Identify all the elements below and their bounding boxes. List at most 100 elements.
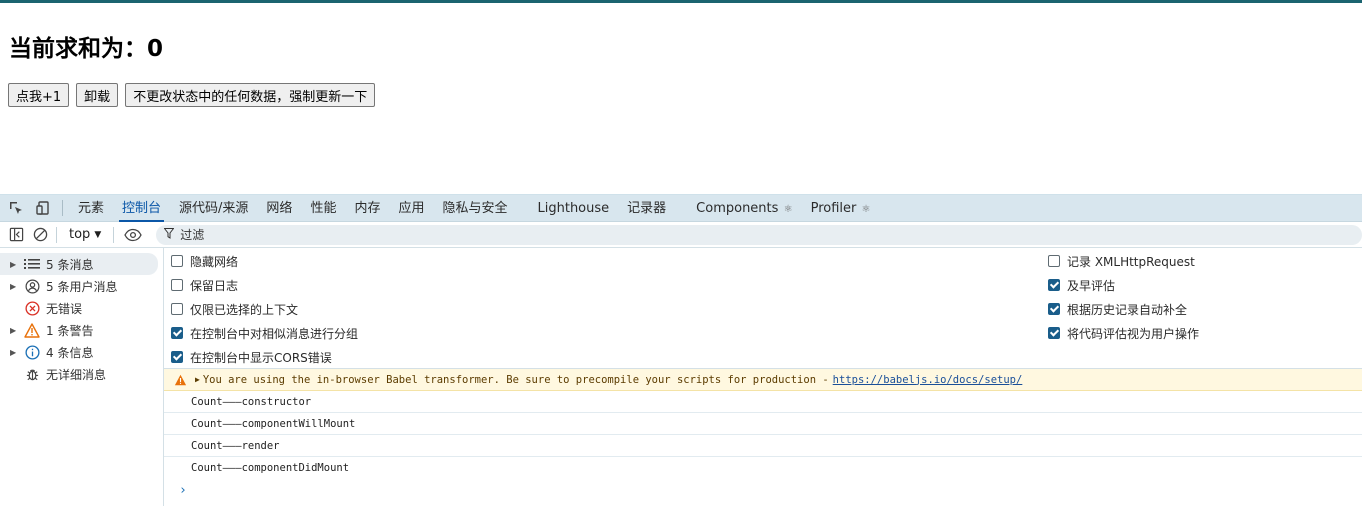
expand-triangle-icon[interactable]: ▶ xyxy=(195,375,200,384)
tab-memory[interactable]: 内存 xyxy=(345,195,389,222)
tab-elements[interactable]: 元素 xyxy=(69,195,113,222)
checkbox-label: 记录 XMLHttpRequest xyxy=(1067,254,1195,269)
autocomplete-history-checkbox[interactable]: 根据历史记录自动补全 xyxy=(1048,301,1187,317)
sidebar-item-verbose[interactable]: 无详细消息 xyxy=(0,363,163,385)
error-icon xyxy=(22,300,42,316)
log-line: Count———constructor xyxy=(164,391,1362,413)
log-xhr-checkbox[interactable]: 记录 XMLHttpRequest xyxy=(1048,253,1195,269)
tab-privacy-security[interactable]: 隐私与安全 xyxy=(433,195,516,222)
tab-sources[interactable]: 源代码/来源 xyxy=(170,195,257,222)
context-value: top xyxy=(69,227,91,242)
tab-profiler[interactable]: Profiler ⚛ xyxy=(802,195,880,222)
checkbox-box xyxy=(171,255,183,267)
expand-arrow-icon: ▶ xyxy=(10,325,17,335)
console-main: 隐藏网络 保留日志 仅限已选择的上下文 在控制台中对相似消息进行分组 在控制台中… xyxy=(164,248,1362,506)
dropdown-arrow-icon: ▼ xyxy=(94,229,102,240)
console-sidebar: ▶ 5 条消息 ▶ 5 条用户消息 无错误 ▶ 1 条警告 ▶ 4 条信息 无详… xyxy=(0,248,164,506)
sidebar-item-user-messages[interactable]: ▶ 5 条用户消息 xyxy=(0,275,163,297)
app-page: 当前求和为：0 点我+1 卸载 不更改状态中的任何数据，强制更新一下 xyxy=(0,3,1362,194)
console-log: ▶ You are using the in-browser Babel tra… xyxy=(164,369,1362,501)
expand-arrow-icon: ▶ xyxy=(10,347,17,357)
checkbox-label: 隐藏网络 xyxy=(190,254,239,269)
checkbox-box xyxy=(1048,255,1060,267)
sidebar-item-messages[interactable]: ▶ 5 条消息 xyxy=(0,253,158,275)
tab-lighthouse[interactable]: Lighthouse xyxy=(529,195,619,222)
tab-console[interactable]: 控制台 xyxy=(113,195,170,222)
console-settings: 隐藏网络 保留日志 仅限已选择的上下文 在控制台中对相似消息进行分组 在控制台中… xyxy=(164,248,1362,369)
filter-icon xyxy=(163,227,175,242)
warning-link[interactable]: https://babeljs.io/docs/setup/ xyxy=(833,374,1023,386)
sidebar-item-label: 5 条消息 xyxy=(46,257,94,272)
eager-evaluation-checkbox[interactable]: 及早评估 xyxy=(1048,277,1115,293)
sidebar-item-label: 4 条信息 xyxy=(46,345,94,360)
log-line: Count———componentDidMount xyxy=(191,462,350,474)
info-icon xyxy=(22,344,42,360)
checkbox-box xyxy=(171,327,183,339)
sidebar-toggle-icon[interactable] xyxy=(4,222,28,248)
tab-network[interactable]: 网络 xyxy=(257,195,301,222)
checkbox-label: 在控制台中显示CORS错误 xyxy=(190,350,332,365)
checkbox-label: 在控制台中对相似消息进行分组 xyxy=(190,326,359,341)
live-expression-eye-icon[interactable] xyxy=(118,222,148,248)
context-selector[interactable]: top ▼ xyxy=(61,227,109,242)
log-line: Count———render xyxy=(164,435,1362,457)
toolbar-separator xyxy=(56,226,57,243)
tab-profiler-label: Profiler xyxy=(810,200,857,216)
sum-heading: 当前求和为：0 xyxy=(9,36,164,62)
bug-icon xyxy=(22,367,42,382)
console-prompt[interactable]: › xyxy=(164,479,1362,501)
log-line: Count———componentWillMount xyxy=(164,413,1362,435)
tab-recorder[interactable]: 记录器 xyxy=(618,195,675,222)
warning-message: ▶ You are using the in-browser Babel tra… xyxy=(164,369,1362,391)
checkbox-box xyxy=(1048,327,1060,339)
checkbox-label: 仅限已选择的上下文 xyxy=(190,302,299,317)
show-cors-errors-checkbox[interactable]: 在控制台中显示CORS错误 xyxy=(171,349,332,365)
tab-application[interactable]: 应用 xyxy=(389,195,433,222)
filter-input[interactable]: 过滤 xyxy=(156,224,1362,245)
warning-text: You are using the in-browser Babel trans… xyxy=(202,373,829,386)
checkbox-label: 根据历史记录自动补全 xyxy=(1067,302,1188,317)
checkbox-label: 将代码评估视为用户操作 xyxy=(1067,326,1200,341)
tab-components[interactable]: Components ⚛ xyxy=(687,195,801,222)
selected-context-only-checkbox[interactable]: 仅限已选择的上下文 xyxy=(171,301,298,317)
react-profiler-icon: ⚛ xyxy=(858,203,871,215)
checkbox-box xyxy=(1048,279,1060,291)
sidebar-item-label: 无错误 xyxy=(46,301,83,316)
treat-eval-as-user-action-checkbox[interactable]: 将代码评估视为用户操作 xyxy=(1048,325,1199,341)
sidebar-item-label: 无详细消息 xyxy=(46,367,107,382)
clear-console-icon[interactable] xyxy=(28,222,52,248)
expand-arrow-icon: ▶ xyxy=(10,281,17,291)
sidebar-item-warnings[interactable]: ▶ 1 条警告 xyxy=(0,319,163,341)
toolbar-separator xyxy=(113,226,115,243)
button-group: 点我+1 卸载 不更改状态中的任何数据，强制更新一下 xyxy=(8,83,382,107)
checkbox-box xyxy=(171,279,183,291)
checkbox-label: 保留日志 xyxy=(190,278,239,293)
sidebar-item-errors[interactable]: 无错误 xyxy=(0,297,163,319)
warning-icon xyxy=(174,374,187,386)
increment-button[interactable]: 点我+1 xyxy=(8,83,70,107)
preserve-log-checkbox[interactable]: 保留日志 xyxy=(171,277,238,293)
console-body: ▶ 5 条消息 ▶ 5 条用户消息 无错误 ▶ 1 条警告 ▶ 4 条信息 无详… xyxy=(0,248,1362,506)
console-toolbar: top ▼ 过滤 xyxy=(0,222,1362,248)
sidebar-item-info[interactable]: ▶ 4 条信息 xyxy=(0,341,163,363)
user-icon xyxy=(22,279,42,294)
expand-arrow-icon: ▶ xyxy=(10,259,17,269)
checkbox-box xyxy=(1048,303,1060,315)
prompt-chevron-icon: › xyxy=(179,482,187,498)
tab-separator xyxy=(62,200,63,216)
checkbox-box xyxy=(171,303,183,315)
inspect-element-icon[interactable] xyxy=(4,195,28,222)
unmount-button[interactable]: 卸载 xyxy=(76,83,119,107)
hide-network-checkbox[interactable]: 隐藏网络 xyxy=(171,253,238,269)
sidebar-item-label: 1 条警告 xyxy=(46,323,94,338)
devtools-tabbar: 元素 控制台 源代码/来源 网络 性能 内存 应用 隐私与安全 Lighthou… xyxy=(0,195,1362,222)
group-similar-checkbox[interactable]: 在控制台中对相似消息进行分组 xyxy=(171,325,358,341)
checkbox-label: 及早评估 xyxy=(1067,278,1116,293)
device-toolbar-icon[interactable] xyxy=(32,195,56,222)
tab-performance[interactable]: 性能 xyxy=(301,195,345,222)
force-update-button[interactable]: 不更改状态中的任何数据，强制更新一下 xyxy=(125,83,376,107)
devtools-panel: 元素 控制台 源代码/来源 网络 性能 内存 应用 隐私与安全 Lighthou… xyxy=(0,194,1362,506)
tab-components-label: Components xyxy=(696,200,779,216)
sidebar-item-label: 5 条用户消息 xyxy=(46,279,118,294)
checkbox-box xyxy=(171,351,183,363)
